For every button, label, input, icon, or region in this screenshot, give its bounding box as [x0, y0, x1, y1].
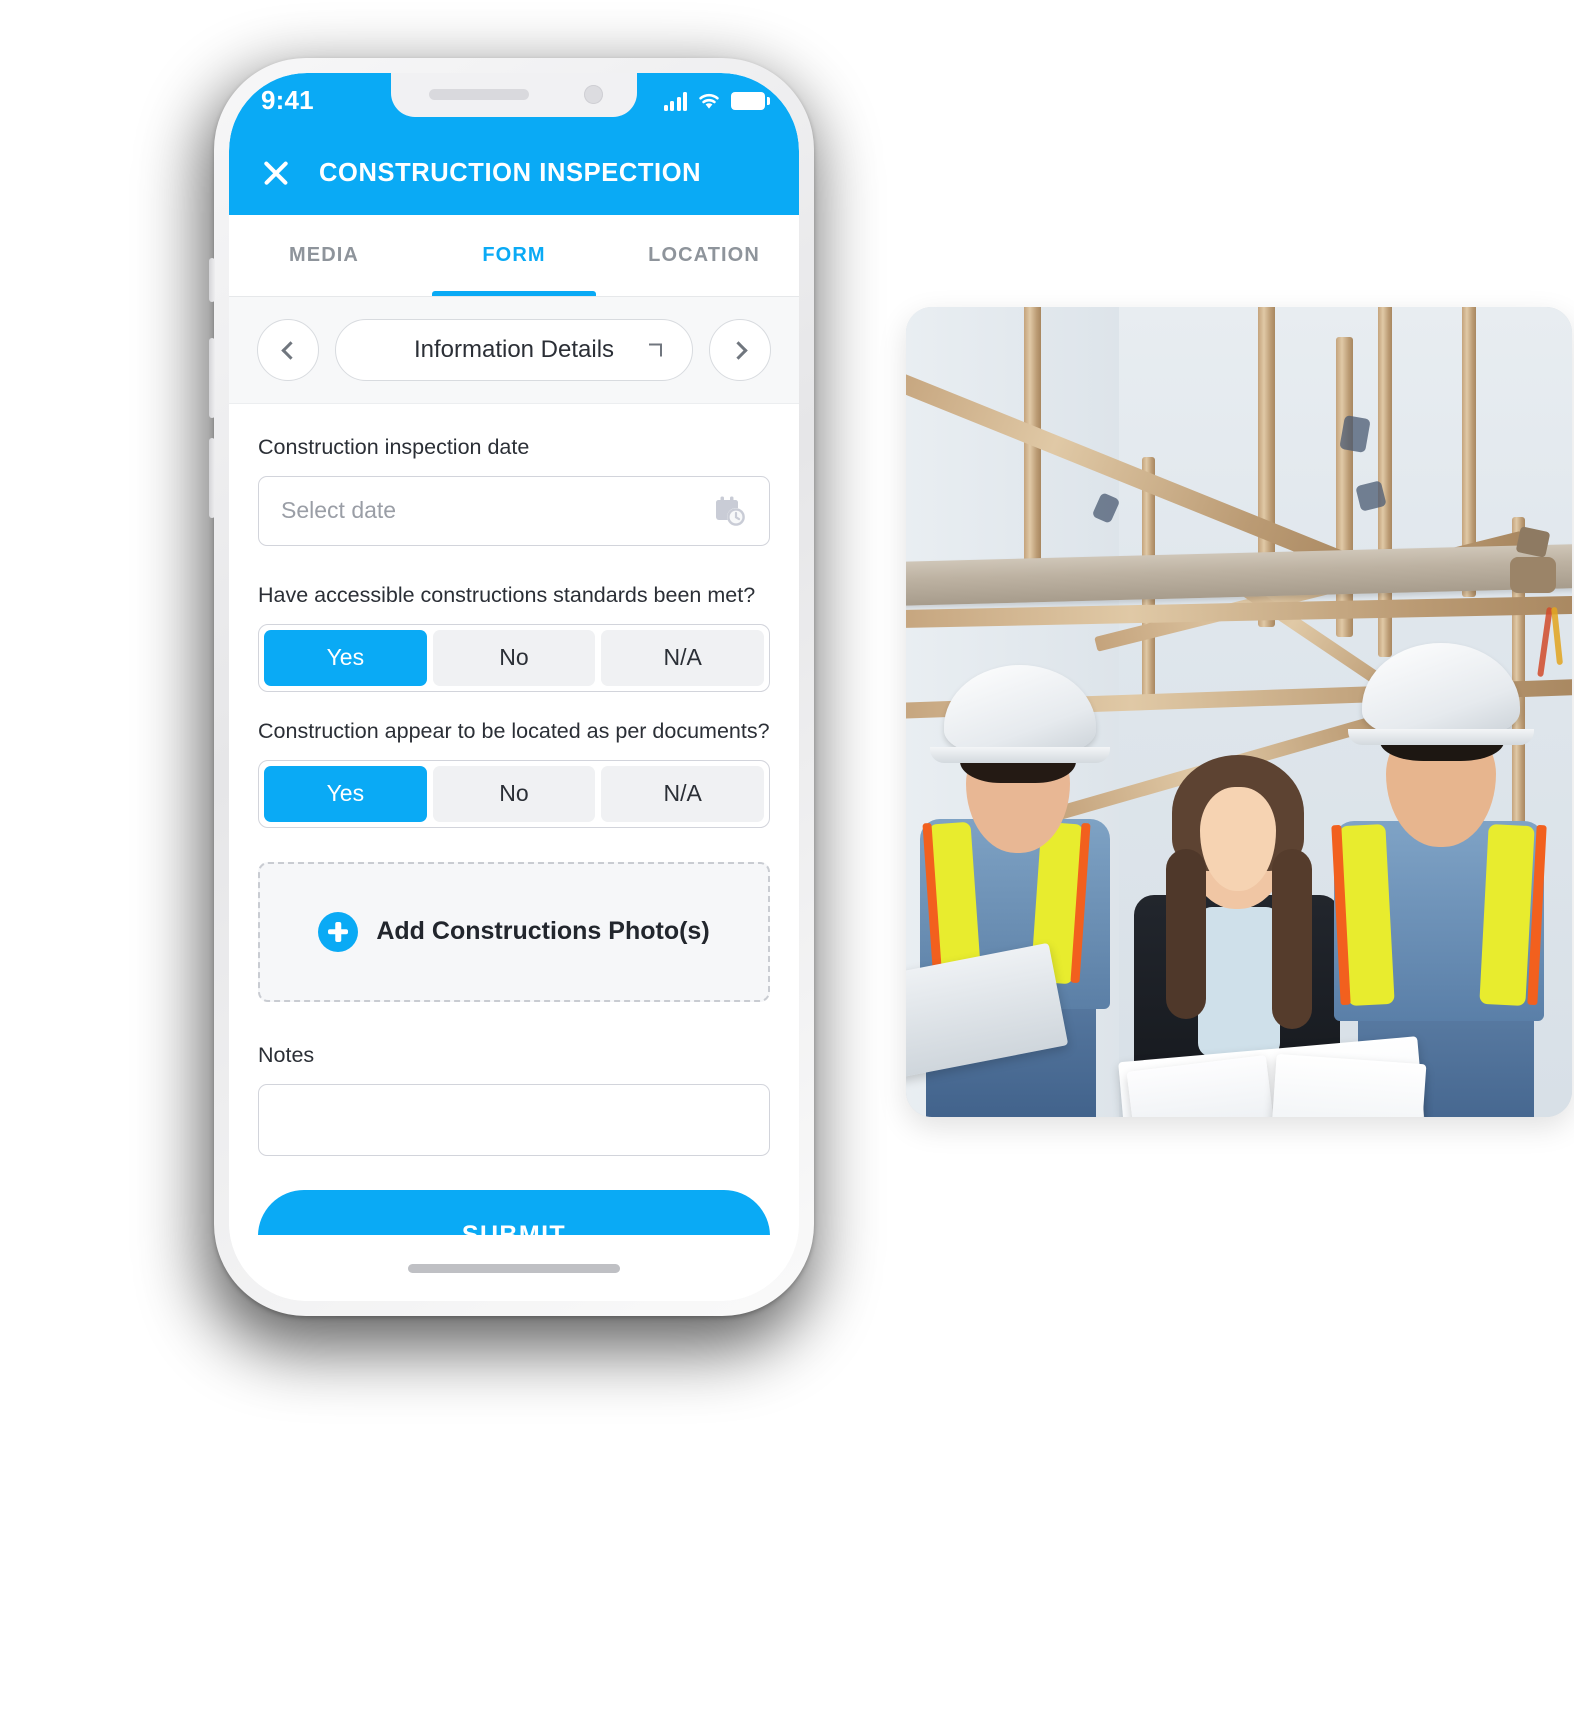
- question-1-option-no[interactable]: No: [432, 629, 596, 686]
- page-title: CONSTRUCTION INSPECTION: [319, 158, 702, 187]
- section-navigator: Information Details: [229, 297, 799, 404]
- tab-media[interactable]: MEDIA: [229, 215, 419, 296]
- next-section-button[interactable]: [709, 319, 771, 381]
- calendar-clock-icon: [713, 494, 747, 528]
- app-bar: CONSTRUCTION INSPECTION: [229, 131, 799, 215]
- question-2-label: Construction appear to be located as per…: [258, 718, 770, 743]
- tab-bar: MEDIA FORM LOCATION: [229, 215, 799, 297]
- question-1-label: Have accessible constructions standards …: [258, 582, 756, 607]
- question-group-1: Have accessible constructions standards …: [258, 582, 770, 692]
- construction-photo-card: [906, 307, 1572, 1117]
- question-2-option-yes[interactable]: Yes: [264, 765, 427, 822]
- date-input[interactable]: Select date: [258, 475, 770, 546]
- notes-input[interactable]: [258, 1083, 770, 1156]
- form-body: Construction inspection date Select date: [229, 404, 799, 1235]
- home-indicator[interactable]: [408, 1263, 620, 1273]
- section-select[interactable]: Information Details: [335, 319, 693, 381]
- chevron-right-icon: [728, 340, 748, 360]
- question-1-option-na[interactable]: N/A: [601, 629, 765, 686]
- question-2-option-na[interactable]: N/A: [601, 765, 765, 822]
- add-photos-label: Add Constructions Photo(s): [376, 917, 710, 946]
- question-group-2: Construction appear to be located as per…: [258, 718, 770, 828]
- notes-label: Notes: [258, 1042, 315, 1067]
- wifi-icon: [699, 93, 719, 109]
- notes-group: Notes: [258, 1042, 770, 1156]
- plus-circle-icon: [318, 911, 359, 952]
- question-1-segmented-control: Yes No N/A: [258, 623, 770, 692]
- tab-location[interactable]: LOCATION: [609, 215, 799, 296]
- phone-screen: 9:41 CONSTRUCTION INSPECTION MEDIA FORM …: [229, 73, 799, 1301]
- volume-down-button[interactable]: [209, 438, 215, 518]
- question-2-segmented-control: Yes No N/A: [258, 759, 770, 828]
- close-icon[interactable]: [259, 156, 293, 190]
- status-bar: 9:41: [229, 73, 799, 131]
- photo-illustration: [906, 307, 1572, 1117]
- tab-form[interactable]: FORM: [419, 215, 609, 296]
- status-bar-icons: [663, 91, 770, 111]
- chevron-down-icon: [649, 343, 662, 357]
- date-input-placeholder: Select date: [281, 497, 397, 524]
- battery-icon: [731, 92, 770, 110]
- question-1-option-yes[interactable]: Yes: [264, 629, 427, 686]
- question-2-option-no[interactable]: No: [432, 765, 596, 822]
- date-field-label: Construction inspection date: [258, 435, 530, 459]
- signal-bars-icon: [663, 91, 687, 111]
- volume-up-button[interactable]: [209, 338, 215, 418]
- previous-section-button[interactable]: [257, 319, 319, 381]
- front-camera: [584, 85, 603, 104]
- chevron-left-icon: [280, 340, 300, 360]
- date-field-group: Construction inspection date Select date: [258, 434, 770, 546]
- home-indicator-area: [229, 1235, 799, 1301]
- screenshot-stage: 9:41 CONSTRUCTION INSPECTION MEDIA FORM …: [0, 0, 1574, 1718]
- add-photos-dropzone[interactable]: Add Constructions Photo(s): [258, 861, 770, 1002]
- phone-device: 9:41 CONSTRUCTION INSPECTION MEDIA FORM …: [209, 58, 814, 1316]
- status-bar-time: 9:41: [261, 84, 314, 115]
- submit-button[interactable]: SUBMIT: [258, 1189, 770, 1235]
- phone-notch: [391, 73, 637, 117]
- earpiece-speaker: [429, 89, 529, 100]
- section-select-label: Information Details: [413, 336, 615, 363]
- mute-switch[interactable]: [209, 258, 215, 302]
